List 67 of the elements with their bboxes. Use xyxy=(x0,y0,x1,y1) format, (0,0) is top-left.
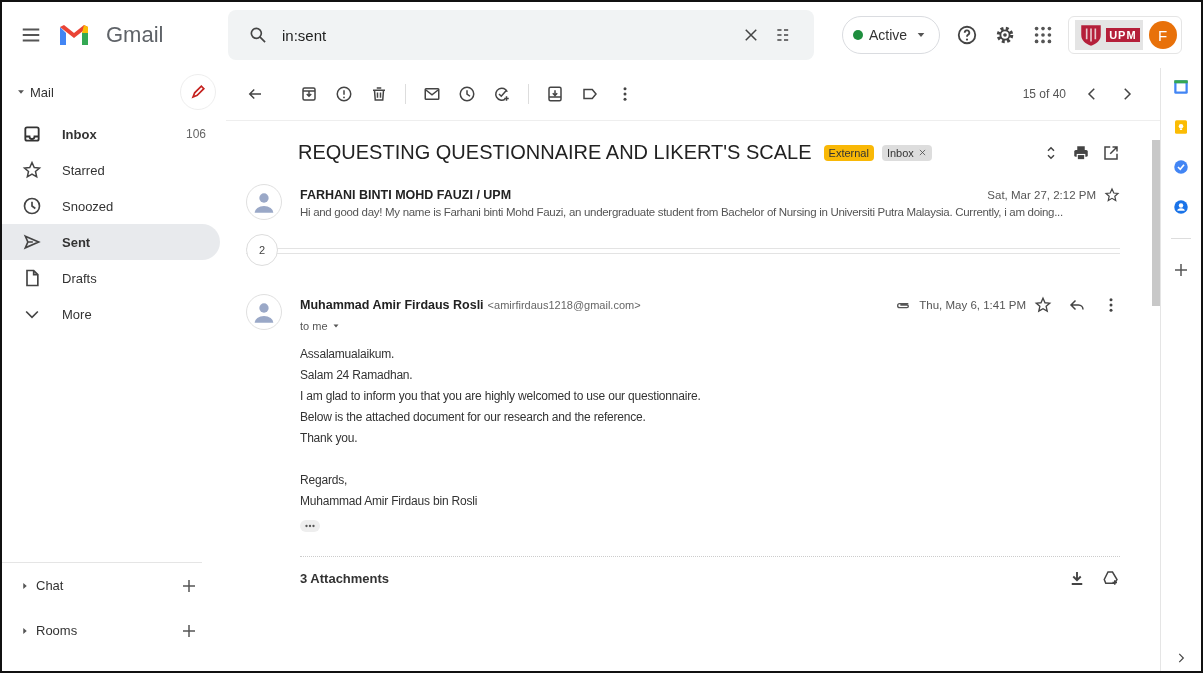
section-label: Mail xyxy=(30,84,54,100)
add-icon[interactable] xyxy=(1172,261,1190,279)
sidebar-item[interactable]: Inbox 106 xyxy=(2,116,220,152)
signature-line: Regards, xyxy=(300,472,349,489)
trash-icon[interactable] xyxy=(370,85,388,103)
open-in-new-icon[interactable] xyxy=(1102,143,1120,162)
pager-text: 15 of 40 xyxy=(1022,87,1066,101)
sender-email: <amirfirdaus1218@gmail.com> xyxy=(487,299,641,311)
clock-icon[interactable] xyxy=(458,85,476,103)
clock-icon xyxy=(22,196,42,216)
message-snippet: Hi and good day! My name is Farhani binti Mohd Fauzi, an undergraduate student from Bachelor of Nursing in Universiti Putra Malaysia. Currently, i am doing... xyxy=(300,206,1064,218)
compose-button[interactable] xyxy=(180,74,216,110)
message-line: Assalamualaikum. xyxy=(300,346,396,363)
message-line: I am glad to inform you that you are highly welcomed to use our questionnaire. xyxy=(300,388,702,405)
sidebar-item[interactable]: More xyxy=(2,296,220,332)
sender-name: FARHANI BINTI MOHD FAUZI / UPM xyxy=(300,188,512,202)
section-label: Rooms xyxy=(36,623,78,638)
mail-icon[interactable] xyxy=(423,85,441,103)
star-icon xyxy=(22,160,42,180)
sidebar-item[interactable]: Starred xyxy=(2,152,220,188)
message-line: Thank you. xyxy=(300,430,359,447)
attachments-title: 3 Attachments xyxy=(300,570,390,586)
gmail-logo[interactable] xyxy=(58,23,90,47)
message-date: Thu, May 6, 1:41 PM xyxy=(919,299,1026,311)
section-label: Chat xyxy=(36,578,64,593)
help-icon[interactable] xyxy=(956,24,979,46)
scrollbar[interactable] xyxy=(1152,140,1160,306)
search-input[interactable]: in:sent xyxy=(282,26,728,44)
close-icon[interactable] xyxy=(742,26,760,44)
inbox-icon xyxy=(22,124,42,144)
report-icon[interactable] xyxy=(335,85,353,103)
tasks-icon[interactable] xyxy=(1172,158,1190,176)
sender-name: Muhammad Amir Firdaus Rosli xyxy=(300,298,484,312)
section-toggle[interactable]: Rooms xyxy=(18,623,78,638)
calendar-icon[interactable] xyxy=(1172,78,1190,96)
message-line: Salam 24 Ramadhan. xyxy=(300,367,414,384)
unread-count: 106 xyxy=(185,127,206,141)
sidebar-item[interactable]: Drafts xyxy=(2,260,220,296)
sidebar-item[interactable]: Snoozed xyxy=(2,188,220,224)
star-icon[interactable] xyxy=(1104,187,1120,203)
status-button[interactable]: Active xyxy=(842,16,941,54)
email-label[interactable]: External xyxy=(823,144,874,161)
print-icon[interactable] xyxy=(1072,143,1090,162)
contacts-icon[interactable] xyxy=(1172,198,1190,216)
signature-line: Muhammad Amir Firdaus bin Rosli xyxy=(300,493,479,510)
search-bar[interactable]: in:sent xyxy=(228,10,814,60)
email-subject: REQUESTING QUESTIONNAIRE AND LIKERT'S SCALE xyxy=(298,141,812,164)
drive-add-icon[interactable] xyxy=(1102,569,1120,587)
section-toggle[interactable]: Mail xyxy=(14,84,54,100)
star-icon[interactable] xyxy=(1034,296,1052,314)
section-toggle[interactable]: Chat xyxy=(18,578,64,593)
organization-logo: UPM xyxy=(1106,28,1140,42)
move-icon[interactable] xyxy=(546,85,564,103)
send-icon xyxy=(22,232,42,252)
search-icon[interactable] xyxy=(248,25,268,45)
account-card[interactable]: UPM F xyxy=(1068,16,1182,54)
email-label[interactable]: Inbox xyxy=(881,144,932,161)
remove-icon[interactable] xyxy=(917,148,927,157)
hidden-messages-count[interactable]: 2 xyxy=(246,234,278,266)
show-trimmed-button[interactable] xyxy=(300,520,320,532)
add-task-icon[interactable] xyxy=(493,85,511,103)
archive-icon[interactable] xyxy=(300,85,318,103)
message-date: Sat, Mar 27, 2:12 PM xyxy=(987,189,1096,201)
recipient-toggle[interactable]: to me xyxy=(300,320,342,332)
sidebar-item[interactable]: Sent xyxy=(2,224,220,260)
message-line: Below is the attached document for our research and the reference. xyxy=(300,409,647,426)
app-name: Gmail xyxy=(106,22,164,48)
